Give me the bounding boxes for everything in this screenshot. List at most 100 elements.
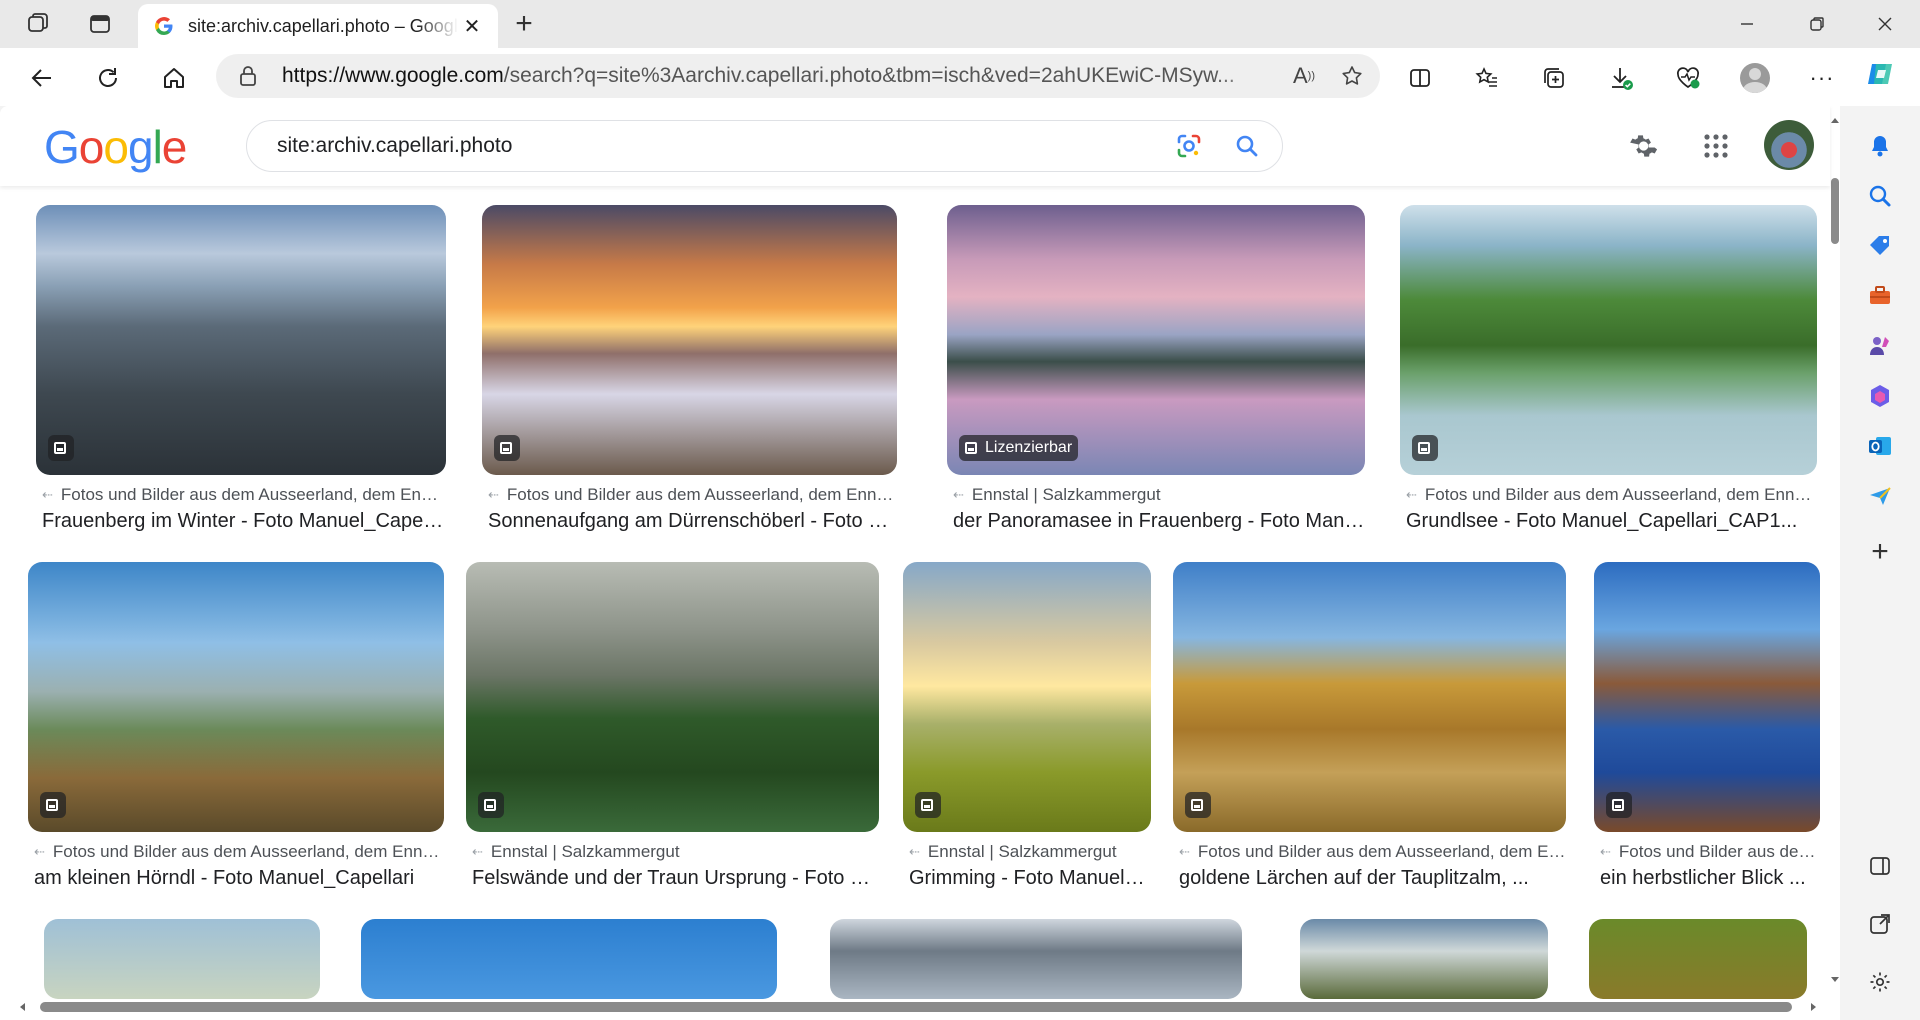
- result-source[interactable]: ⇠ Fotos und Bilder aus dem Ausseerland, d…: [34, 842, 444, 862]
- tools-briefcase-icon[interactable]: [1862, 278, 1898, 314]
- search-submit-icon[interactable]: [1224, 123, 1270, 169]
- result-caption[interactable]: Grimming - Foto Manuel_Capellari: [909, 867, 1151, 890]
- minimize-icon[interactable]: [1712, 0, 1782, 48]
- image-thumbnail[interactable]: [28, 562, 444, 832]
- google-logo[interactable]: Google: [44, 120, 187, 174]
- image-result-card[interactable]: ⇠ Fotos und Bilder aus dem Ausseerland, d…: [482, 205, 897, 545]
- page-viewport: Google ⇠ Fotos und Bilder aus dem Ausseer…: [0, 106, 1840, 1020]
- settings-gear-icon[interactable]: [1618, 122, 1666, 170]
- vertical-scroll-thumb[interactable]: [1831, 178, 1839, 244]
- home-icon[interactable]: [154, 58, 194, 98]
- result-source[interactable]: ⇠ Ennstal | Salzkammergut: [953, 485, 1365, 505]
- image-thumbnail[interactable]: [361, 919, 777, 999]
- address-bar[interactable]: https://www.google.com/search?q=site%3Aa…: [216, 54, 1380, 98]
- scroll-down-arrow-icon[interactable]: [1830, 974, 1840, 984]
- downloads-icon[interactable]: [1601, 58, 1641, 98]
- result-caption[interactable]: am kleinen Hörndl - Foto Manuel_Capellar…: [34, 867, 444, 890]
- scroll-left-arrow-icon[interactable]: [18, 1002, 28, 1012]
- result-source[interactable]: ⇠ Ennstal | Salzkammergut: [472, 842, 879, 862]
- result-caption[interactable]: Felswände und der Traun Ursprung - Foto …: [472, 867, 879, 890]
- image-result-card[interactable]: ⇠ Fotos und Bilder aus dem Ausseerland, d…: [1400, 205, 1817, 545]
- close-window-icon[interactable]: [1850, 0, 1920, 48]
- result-caption[interactable]: Sonnenaufgang am Dürrenschöberl - Foto M…: [488, 510, 897, 533]
- image-result-card[interactable]: Lizenzierbar ⇠ Ennstal | Salzkammergut der …: [947, 205, 1365, 545]
- image-result-card[interactable]: ⇠ Fotos und Bilder aus dem Ausseerland, d…: [36, 205, 446, 545]
- google-lens-icon[interactable]: [1166, 123, 1212, 169]
- url-text[interactable]: https://www.google.com/search?q=site%3Aa…: [282, 64, 1284, 88]
- workspaces-icon[interactable]: [20, 6, 56, 42]
- split-screen-icon[interactable]: [1400, 58, 1440, 98]
- image-thumbnail[interactable]: [830, 919, 1242, 999]
- active-tab[interactable]: site:archiv.capellari.photo – Google Suc…: [138, 4, 498, 48]
- result-source[interactable]: ⇠ Fotos und Bilder aus dem Ausseerland, d…: [42, 485, 446, 505]
- google-apps-grid-icon[interactable]: [1692, 122, 1740, 170]
- image-thumbnail[interactable]: [1594, 562, 1820, 832]
- image-result-card[interactable]: ⇠ Fotos und Bilder aus dem Ausseerland, d…: [1594, 562, 1820, 902]
- image-result-card[interactable]: ⇠ Ennstal | Salzkammergut Felswände und de…: [466, 562, 879, 902]
- result-source[interactable]: ⇠ Fotos und Bilder aus dem Ausseerland, d…: [1600, 842, 1820, 862]
- url-path: /search?q=site%3Aarchiv.capellari.photo&…: [503, 64, 1235, 87]
- browser-tab-bar: site:archiv.capellari.photo – Google Suc…: [0, 0, 1920, 48]
- notifications-bell-icon[interactable]: [1862, 128, 1898, 164]
- open-in-window-icon[interactable]: [1862, 906, 1898, 942]
- account-avatar[interactable]: [1764, 120, 1814, 170]
- refresh-icon[interactable]: [88, 58, 128, 98]
- image-result-card[interactable]: ⇠ Fotos und Bilder aus dem Ausseerland, d…: [1173, 562, 1566, 902]
- vertical-scrollbar[interactable]: [1830, 106, 1840, 1020]
- lock-icon[interactable]: [236, 64, 260, 88]
- close-tab-icon[interactable]: ✕: [458, 12, 486, 40]
- favorite-star-icon[interactable]: [1332, 56, 1372, 96]
- site-favicon-icon: ⇠: [953, 487, 964, 502]
- copilot-icon[interactable]: [1862, 56, 1898, 92]
- horizontal-scroll-thumb[interactable]: [40, 1002, 1792, 1012]
- image-result-card[interactable]: ⇠ Ennstal | Salzkammergut Grimming - Foto …: [903, 562, 1151, 902]
- browser-essentials-icon[interactable]: [1668, 58, 1708, 98]
- hide-sidebar-icon[interactable]: [1862, 848, 1898, 884]
- sidebar-settings-gear-icon[interactable]: [1862, 964, 1898, 1000]
- result-source[interactable]: ⇠ Fotos und Bilder aus dem Ausseerland, d…: [1406, 485, 1817, 505]
- result-source[interactable]: ⇠ Fotos und Bilder aus dem Ausseerland, d…: [488, 485, 897, 505]
- image-result-card[interactable]: ⇠ Fotos und Bilder aus dem Ausseerland, d…: [28, 562, 444, 902]
- horizontal-scrollbar[interactable]: [18, 994, 1818, 1020]
- add-sidebar-app-icon[interactable]: +: [1862, 534, 1898, 570]
- read-aloud-icon[interactable]: A)): [1284, 56, 1324, 96]
- result-caption[interactable]: der Panoramasee in Frauenberg - Foto Man…: [953, 510, 1365, 533]
- image-thumbnail[interactable]: [36, 205, 446, 475]
- image-thumbnail[interactable]: [903, 562, 1151, 832]
- collections-icon[interactable]: [1534, 58, 1574, 98]
- scroll-up-arrow-icon[interactable]: [1830, 116, 1840, 126]
- favorites-icon[interactable]: [1467, 58, 1507, 98]
- result-caption[interactable]: Frauenberg im Winter - Foto Manuel_Capel…: [42, 510, 446, 533]
- image-thumbnail[interactable]: [44, 919, 320, 999]
- image-thumbnail[interactable]: [1300, 919, 1548, 999]
- back-icon[interactable]: [22, 58, 62, 98]
- send-drop-icon[interactable]: [1862, 478, 1898, 514]
- result-source[interactable]: ⇠ Fotos und Bilder aus dem Ausseerland, d…: [1179, 842, 1566, 862]
- search-input[interactable]: [277, 134, 1166, 158]
- shopping-tag-icon[interactable]: [1862, 228, 1898, 264]
- image-thumbnail[interactable]: [1589, 919, 1807, 999]
- result-source-text: Fotos und Bilder aus dem Ausseerland, de…: [1197, 842, 1566, 861]
- scroll-right-arrow-icon[interactable]: [1808, 1002, 1818, 1012]
- image-thumbnail[interactable]: [1173, 562, 1566, 832]
- search-box: [246, 120, 1283, 172]
- image-thumbnail[interactable]: [466, 562, 879, 832]
- image-thumbnail[interactable]: Lizenzierbar: [947, 205, 1365, 475]
- image-thumbnail[interactable]: [482, 205, 897, 475]
- result-source[interactable]: ⇠ Ennstal | Salzkammergut: [909, 842, 1151, 862]
- restore-icon[interactable]: [1782, 0, 1852, 48]
- new-tab-icon[interactable]: +: [506, 6, 542, 42]
- google-favicon-icon: [155, 17, 173, 35]
- outlook-icon[interactable]: [1862, 428, 1898, 464]
- image-thumbnail[interactable]: [1400, 205, 1817, 475]
- microsoft-365-icon[interactable]: [1862, 378, 1898, 414]
- search-sidebar-icon[interactable]: [1862, 178, 1898, 214]
- result-caption[interactable]: ein herbstlicher Blick ...: [1600, 867, 1820, 890]
- games-icon[interactable]: [1862, 328, 1898, 364]
- image-icon: [484, 799, 496, 811]
- settings-more-icon[interactable]: ···: [1802, 58, 1842, 98]
- profile-avatar-icon[interactable]: [1735, 58, 1775, 98]
- vertical-tabs-icon[interactable]: [82, 6, 118, 42]
- result-caption[interactable]: Grundlsee - Foto Manuel_Capellari_CAP1..…: [1406, 510, 1817, 533]
- result-caption[interactable]: goldene Lärchen auf der Tauplitzalm, ...: [1179, 867, 1566, 890]
